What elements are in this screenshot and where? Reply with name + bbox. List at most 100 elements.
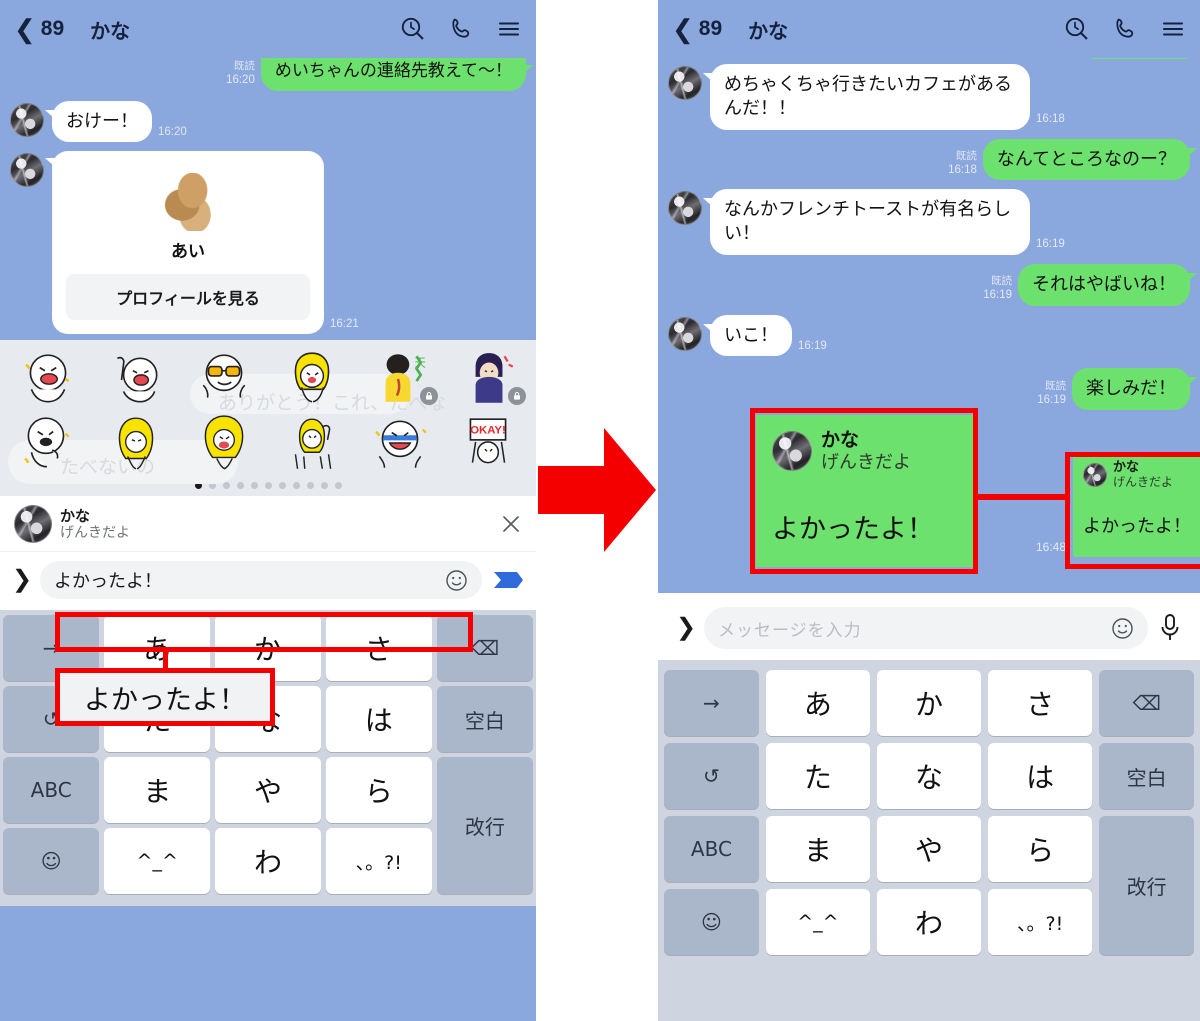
message-meta: 既読 16:20: [226, 60, 255, 91]
key-punctuation[interactable]: 、。?!: [325, 828, 432, 895]
contact-card[interactable]: あい プロフィールを見る: [45, 151, 324, 335]
sticker-item[interactable]: [4, 346, 92, 411]
key-ma[interactable]: ま: [765, 816, 870, 882]
search-clock-icon[interactable]: [1064, 16, 1090, 42]
message-bubble-incoming[interactable]: なんかフレンチトーストが有名らしい！: [703, 189, 1030, 255]
sticker-item[interactable]: OKAY!: [444, 411, 532, 476]
enter-key[interactable]: 改行: [1099, 816, 1194, 955]
key-sa[interactable]: さ: [988, 670, 1093, 736]
preview-status: げんきだよ: [60, 524, 130, 541]
key-ya[interactable]: や: [215, 757, 321, 824]
space-key[interactable]: 空白: [436, 686, 533, 753]
key-ka[interactable]: か: [876, 670, 982, 736]
key-wa[interactable]: わ: [215, 828, 321, 895]
smiley-icon[interactable]: [1111, 617, 1134, 640]
phone-icon[interactable]: [448, 16, 474, 42]
hamburger-menu-icon[interactable]: [1160, 16, 1186, 42]
key-ma[interactable]: ま: [104, 757, 211, 824]
message-bubble-incoming[interactable]: おけー！: [45, 100, 152, 143]
search-clock-icon[interactable]: [400, 16, 426, 42]
sticker-item[interactable]: [444, 346, 532, 411]
key-ya[interactable]: や: [876, 816, 982, 882]
cursor-right-key[interactable]: →: [664, 670, 759, 736]
sticker-item[interactable]: [92, 346, 180, 411]
zoom-sender-status: げんきだよ: [821, 451, 911, 473]
sticker-item[interactable]: 天: [356, 346, 444, 411]
message-meta: 既読 16:19: [1037, 380, 1066, 411]
key-ra[interactable]: ら: [325, 757, 432, 824]
back-icon[interactable]: ❮: [672, 16, 694, 42]
sticker-picker-panel[interactable]: ありがとう！これ、たべな たべないの 天 OKAY!: [0, 340, 536, 497]
avatar[interactable]: [668, 66, 702, 100]
key-ha[interactable]: は: [325, 686, 432, 753]
message-bubble-outgoing[interactable]: めいちゃんの連絡先教えて〜！: [260, 56, 534, 91]
message-row: めちゃくちゃ行きたいカフェがあるんだ！！ 16:18: [658, 64, 1200, 130]
message-input-field[interactable]: よかったよ！: [40, 561, 482, 600]
view-profile-button[interactable]: プロフィールを見る: [66, 274, 310, 321]
key-kaomoji[interactable]: ^_^: [104, 828, 211, 895]
sticker-sender-status: げんきだよ: [1113, 474, 1174, 489]
emoji-key[interactable]: ☺: [664, 889, 759, 955]
message-bubble-outgoing[interactable]: 楽しみだ！: [1072, 368, 1197, 410]
undo-key[interactable]: ↺: [664, 743, 759, 809]
chevron-right-icon[interactable]: ❯: [676, 616, 696, 640]
key-ra[interactable]: ら: [988, 816, 1093, 882]
microphone-icon[interactable]: [1158, 613, 1182, 643]
read-receipt: 既読: [991, 275, 1012, 287]
sticker-item[interactable]: [356, 411, 444, 476]
avatar[interactable]: [668, 316, 702, 351]
sticker-item[interactable]: [92, 411, 180, 476]
smiley-icon[interactable]: [445, 569, 468, 592]
member-count: 89: [40, 17, 65, 40]
avatar: [772, 431, 812, 472]
avatar[interactable]: [668, 191, 702, 226]
back-icon[interactable]: ❮: [14, 16, 36, 42]
sticker-item[interactable]: [4, 411, 92, 476]
avatar: [14, 505, 52, 544]
timestamp: 16:19: [1036, 238, 1065, 251]
message-bubble-outgoing[interactable]: なんてところなのー？: [982, 138, 1198, 181]
hamburger-menu-icon[interactable]: [496, 16, 522, 42]
sent-sticker-message[interactable]: かな げんきだよ よかったよ！: [1073, 452, 1200, 557]
message-input-bar: ❯ メッセージを入力: [658, 593, 1200, 665]
phone-icon[interactable]: [1112, 16, 1138, 42]
emoji-key[interactable]: ☺: [3, 828, 100, 895]
avatar[interactable]: [10, 102, 44, 137]
key-ha[interactable]: は: [988, 743, 1093, 809]
key-sa[interactable]: さ: [325, 615, 432, 682]
avatar[interactable]: [10, 153, 44, 188]
key-a[interactable]: あ: [765, 670, 870, 736]
message-bubble-outgoing[interactable]: それはやばいね！: [1018, 263, 1197, 306]
space-key[interactable]: 空白: [1099, 743, 1194, 809]
key-wa[interactable]: わ: [876, 889, 982, 955]
message-bubble-incoming[interactable]: めちゃくちゃ行きたいカフェがあるんだ！！: [703, 64, 1030, 130]
message-bubble-incoming[interactable]: いこ！: [703, 314, 792, 357]
message-meta: 16:19: [798, 339, 827, 356]
abc-key[interactable]: ABC: [664, 816, 759, 882]
chevron-right-icon[interactable]: ❯: [12, 568, 32, 592]
backspace-key[interactable]: ⌫: [1099, 670, 1194, 736]
sticker-item[interactable]: [180, 346, 268, 411]
enter-key[interactable]: 改行: [436, 757, 533, 895]
message-row: いこ！ 16:19: [658, 314, 1200, 357]
abc-key[interactable]: ABC: [3, 757, 100, 824]
message-text: おけー！: [66, 110, 138, 132]
key-kaomoji[interactable]: ^_^: [765, 889, 870, 955]
key-na[interactable]: な: [876, 743, 982, 809]
avatar: [1083, 463, 1107, 488]
key-punctuation[interactable]: 、。?!: [988, 889, 1093, 955]
close-icon[interactable]: [500, 513, 522, 535]
sticker-item[interactable]: [268, 411, 356, 476]
message-row: 既読 16:19 それはやばいね！: [658, 263, 1200, 306]
chat-title: かな: [748, 20, 789, 43]
key-ta[interactable]: た: [765, 743, 870, 809]
backspace-key[interactable]: ⌫: [436, 615, 533, 682]
sticker-item[interactable]: [268, 346, 356, 411]
send-paperplane-icon[interactable]: [492, 566, 524, 594]
contact-name: あい: [171, 242, 205, 263]
lock-icon: [508, 387, 526, 406]
right-screenshot-panel: ❮ 89 かな めちゃくちゃ行きたいカフェがあるんだ！！ 16:18 既読 16…: [658, 0, 1200, 1021]
sticker-item[interactable]: [180, 411, 268, 476]
message-text: なんかフレンチトーストが有名らしい！: [724, 199, 1012, 244]
message-input-field[interactable]: メッセージを入力: [704, 607, 1148, 649]
